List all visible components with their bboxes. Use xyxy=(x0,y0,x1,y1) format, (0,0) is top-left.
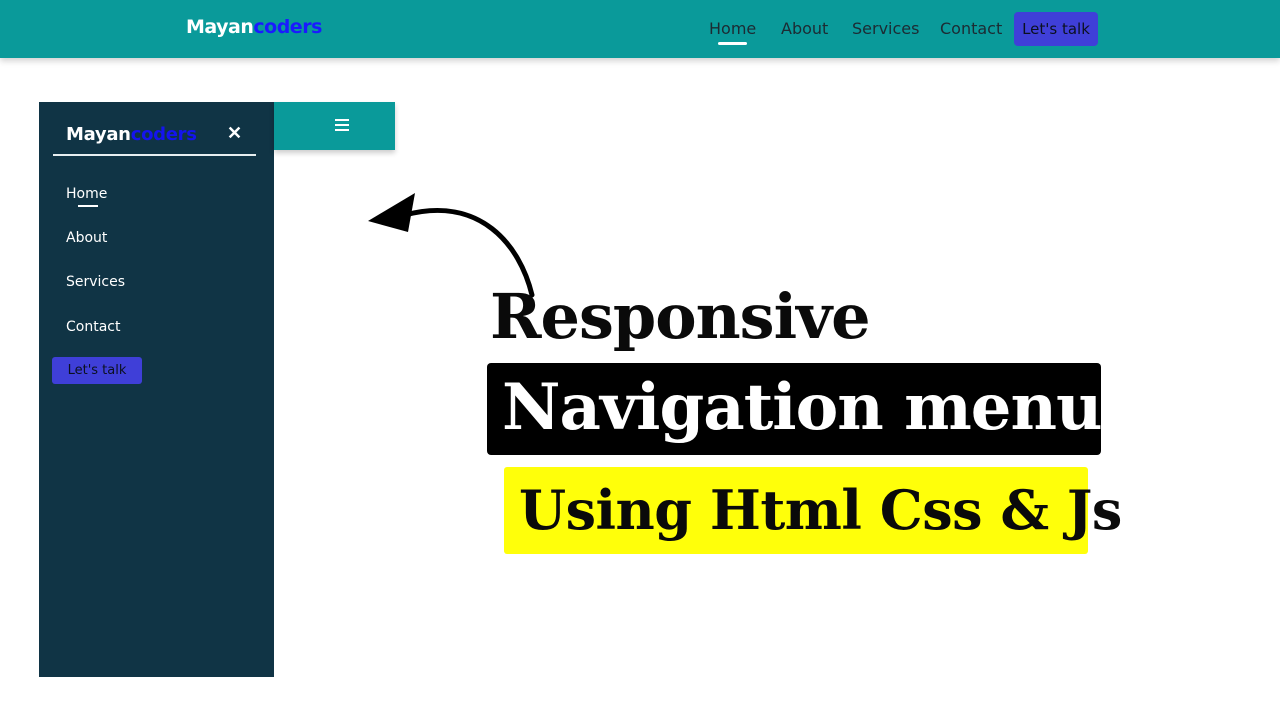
brand-logo[interactable]: Mayancoders xyxy=(186,16,322,38)
lets-talk-button[interactable]: Let's talk xyxy=(1014,12,1098,46)
nav-link-about[interactable]: About xyxy=(781,19,828,38)
headline-line2: Navigation menu xyxy=(502,370,1103,445)
side-divider xyxy=(53,154,256,156)
top-navbar: Mayancoders Home About Services Contact … xyxy=(0,0,1280,58)
headline-line3: Using Html Css & Js xyxy=(519,478,1122,542)
brand-part2: coders xyxy=(253,16,322,38)
side-item-home[interactable]: Home xyxy=(66,186,107,207)
nav-link-contact[interactable]: Contact xyxy=(940,19,1002,38)
mobile-navbar xyxy=(274,102,395,150)
close-icon[interactable]: ✕ xyxy=(227,121,242,145)
hamburger-icon[interactable] xyxy=(335,119,349,134)
side-brand-part1: Mayan xyxy=(66,124,131,145)
side-item-about[interactable]: About xyxy=(66,230,107,246)
nav-link-home[interactable]: Home xyxy=(709,19,756,45)
side-item-contact[interactable]: Contact xyxy=(66,319,120,335)
mobile-side-menu: Mayancoders ✕ Home About Services Contac… xyxy=(39,102,274,677)
nav-link-services[interactable]: Services xyxy=(852,19,919,38)
side-item-services[interactable]: Services xyxy=(66,274,125,290)
brand-part1: Mayan xyxy=(186,16,254,38)
side-lets-talk-button[interactable]: Let's talk xyxy=(52,357,142,384)
side-brand-part2: coders xyxy=(130,124,197,145)
side-brand-logo[interactable]: Mayancoders xyxy=(66,124,197,145)
headline-line1: Responsive xyxy=(490,280,871,353)
